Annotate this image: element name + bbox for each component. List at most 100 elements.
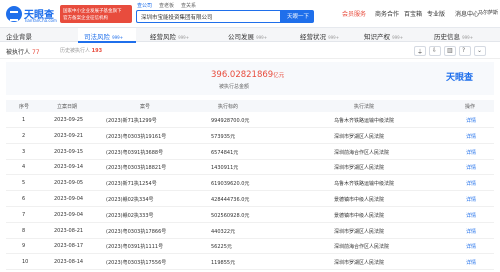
tab-label: 公司发展 (228, 33, 254, 41)
row-detail-link[interactable]: 详情 (466, 212, 476, 219)
search-tab-boss[interactable]: 查老板 (159, 2, 174, 9)
row-execution-court: 深圳前海合作区人民法院 (334, 149, 390, 156)
row-detail-link[interactable]: 详情 (466, 259, 476, 266)
row-detail-link[interactable]: 详情 (466, 164, 476, 171)
nav-pro-edition[interactable]: 专业版 (427, 9, 445, 18)
help-button[interactable]: ? (459, 46, 471, 56)
export-button[interactable]: ⇩ (429, 46, 441, 56)
search-button[interactable]: 天眼一下 (281, 10, 314, 23)
history-executed-link[interactable]: 历史被执行人 193 (60, 47, 102, 54)
tab-label: 经营状况 (300, 33, 326, 41)
top-header: 天眼查 TianYanCha.com 国家中小企业发展子基金旗下 官方备案企业征… (0, 0, 500, 28)
row-case-number: (2023)粤0303执18821号 (106, 165, 167, 172)
row-execution-court: 深圳市罗湖区人民法院 (334, 133, 385, 140)
row-case-number: (2023)新71执1254号 (106, 181, 157, 188)
expand-button[interactable]: ⌄ (474, 46, 486, 56)
tab-count: 999+ (392, 35, 404, 40)
table-row: 5 2023-09-05 (2023)新71执1254号 619039620.0元 乌鲁… (6, 176, 494, 192)
tab-label: 知识产权 (364, 33, 390, 41)
watermark-logo: 天眼查 (446, 73, 474, 83)
row-execution-court: 景德镇市中级人民法院 (334, 212, 385, 219)
row-case-number: (2023)粤0303执17866号 (106, 228, 167, 235)
section-header: 被执行人 77 历史被执行人 193 ⏚ ⇩ ▥ ? ⌄ (0, 43, 500, 59)
nav-business-cooperation[interactable]: 商务合作 (375, 9, 399, 18)
row-execution-amount: 56225元 (211, 244, 232, 251)
search-button-label: 天眼一下 (287, 14, 310, 20)
row-filing-date: 2023-09-25 (54, 117, 84, 123)
table-row: 8 2023-08-21 (2023)粤0303执17866号 440322元 深圳市罗… (6, 224, 494, 239)
filter-button[interactable]: ⏚ (414, 46, 426, 56)
row-detail-link[interactable]: 详情 (466, 243, 476, 250)
export-icon: ⇩ (432, 47, 438, 54)
row-index: 1 (22, 117, 26, 123)
tab-count: 999+ (256, 35, 268, 40)
row-index: 6 (22, 196, 26, 202)
tab-judicial-risk[interactable]: 司法风险 999+ (78, 28, 136, 43)
tab-count: 999+ (178, 35, 190, 40)
table-row: 2 2023-09-21 (2023)粤0303执19161号 573935元 深圳市罗… (6, 129, 494, 144)
tab-history-info[interactable]: 历史信息 999+ (434, 28, 494, 42)
promo-line2: 官方备案企业征信机构 (63, 16, 108, 21)
row-index: 9 (22, 243, 26, 250)
col-action: 操作 (465, 104, 476, 110)
nav-message-center[interactable]: 消息中心 (455, 9, 479, 18)
total-amount-unit: 亿元 (273, 73, 285, 79)
row-filing-date: 2023-08-14 (54, 259, 84, 266)
row-detail-link[interactable]: 详情 (466, 228, 476, 235)
search-tab-company[interactable]: 查公司 (137, 2, 152, 9)
row-filing-date: 2023-09-04 (54, 196, 84, 202)
row-index: 5 (22, 180, 26, 187)
tab-count: 999+ (112, 35, 124, 40)
row-filing-date: 2023-09-04 (54, 211, 84, 218)
filter-icon: ⏚ (417, 49, 424, 56)
user-name[interactable]: 马尔萨斯 (478, 9, 498, 16)
tab-operating-status[interactable]: 经营状况 999+ (300, 28, 356, 42)
row-case-number: (2023)赣02执334号 (106, 197, 154, 203)
logo[interactable]: 天眼查 TianYanCha.com (6, 6, 57, 24)
row-case-number: (2023)赣02执333号 (106, 212, 154, 219)
row-execution-amount: 573935元 (211, 133, 236, 140)
row-detail-link[interactable]: 详情 (466, 180, 476, 187)
col-case-number: 案号 (140, 104, 151, 110)
tab-enterprise-background[interactable]: 企业背景 (6, 28, 58, 42)
tab-label: 历史信息 (434, 33, 460, 41)
total-amount-label: 被执行总金额 (219, 84, 250, 90)
logo-domain: TianYanCha.com (24, 18, 57, 23)
row-execution-amount: 994928700.0元 (211, 118, 250, 124)
table-row: 1 2023-09-25 (2023)新71执1299号 994928700.0元 乌鲁… (6, 113, 494, 128)
tab-intellectual-property[interactable]: 知识产权 999+ (364, 28, 420, 42)
row-detail-link[interactable]: 详情 (466, 196, 476, 203)
row-filing-date: 2023-09-14 (54, 164, 84, 171)
row-detail-link[interactable]: 详情 (466, 133, 476, 140)
total-amount: 396.02821869亿元 (211, 70, 284, 80)
row-index: 2 (22, 132, 26, 139)
nav-vip-service[interactable]: 会员服务 (342, 9, 366, 18)
tab-label: 司法风险 (84, 33, 110, 41)
row-execution-court: 深圳市罗湖区人民法院 (334, 260, 385, 267)
row-execution-court: 景德镇市中级人民法院 (334, 197, 385, 203)
tab-label: 经营风险 (150, 33, 176, 41)
help-icon: ? (462, 47, 466, 54)
row-case-number: (2023)粤0303执19161号 (106, 133, 167, 140)
tab-company-development[interactable]: 公司发展 999+ (228, 28, 284, 42)
row-execution-amount: 6574841元 (211, 149, 239, 156)
row-execution-amount: 619039620.0元 (211, 181, 250, 188)
tab-count: 999+ (328, 35, 340, 40)
table-row: 4 2023-09-14 (2023)粤0303执18821号 1430911元 深圳市… (6, 160, 494, 176)
col-filing-date[interactable]: 立案日期 (57, 103, 77, 110)
tab-operating-risk[interactable]: 经营风险 999+ (150, 28, 206, 42)
promo-banner[interactable]: 国家中小企业发展子基金旗下 官方备案企业征信机构 (60, 5, 132, 23)
search-input[interactable]: 深圳市宝能投资集团有限公司 (136, 10, 281, 23)
section-title-label: 被执行人 (6, 49, 31, 56)
promo-line1: 国家中小企业发展子基金旗下 (63, 9, 122, 14)
nav-toolbox[interactable]: 百宝箱 (404, 9, 422, 18)
chart-button[interactable]: ▥ (444, 46, 456, 56)
col-execution-amount[interactable]: 执行标的 (218, 103, 238, 110)
row-detail-link[interactable]: 详情 (466, 117, 476, 124)
row-index: 10 (22, 259, 29, 266)
row-detail-link[interactable]: 详情 (466, 149, 476, 156)
search-tab-relation[interactable]: 查关系 (181, 2, 196, 9)
tab-label: 企业背景 (6, 33, 32, 41)
row-execution-amount: 502560928.0元 (211, 212, 250, 219)
row-execution-court: 深圳市罗湖区人民法院 (334, 165, 385, 172)
